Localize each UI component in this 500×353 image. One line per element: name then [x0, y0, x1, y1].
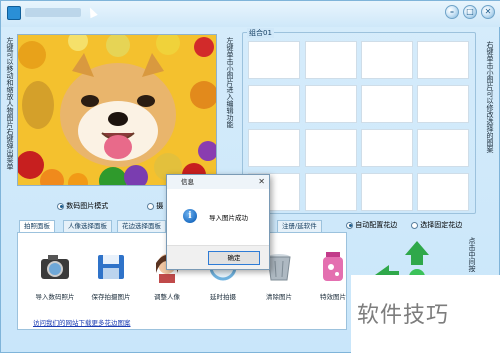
dialog-titlebar[interactable]: 信息 ✕	[167, 175, 269, 189]
mode-option-digital[interactable]: 数码图片模式	[57, 201, 108, 211]
minimize-icon: –	[450, 7, 454, 16]
arrow-up-icon	[405, 241, 429, 265]
mouse-cursor-icon	[86, 5, 98, 19]
watermark-text: 软件技巧	[357, 303, 450, 328]
maximize-button[interactable]: □	[463, 5, 477, 19]
maximize-icon: □	[466, 7, 474, 16]
tool-label: 调整人像	[154, 293, 180, 301]
mode-camera-label: 摄	[156, 202, 164, 210]
frame-fixed-label: 选择固定花边	[420, 221, 463, 229]
thumbnail-cell[interactable]	[361, 173, 413, 211]
thumbnail-cell[interactable]	[305, 85, 357, 123]
app-title	[25, 8, 81, 17]
shiba-fruit-photo	[18, 35, 216, 185]
info-icon: i	[183, 209, 197, 223]
thumbnail-cell[interactable]	[417, 41, 469, 79]
tab-portrait[interactable]: 人像选择面板	[63, 220, 112, 232]
close-icon: ✕	[484, 7, 492, 16]
app-icon	[7, 6, 21, 20]
thumbnail-cell[interactable]	[305, 41, 357, 79]
tool-label: 导入数码照片	[35, 293, 75, 301]
dialog-footer: 确定	[167, 245, 269, 269]
dialog-message: 导入图片成功	[209, 214, 248, 222]
import-photo-button[interactable]: 导入数码照片	[27, 249, 83, 301]
tab-register[interactable]: 注册/延软件	[277, 220, 322, 232]
minimize-button[interactable]: –	[445, 5, 459, 19]
frame-auto-option[interactable]: 自动配置花边	[346, 220, 397, 230]
radio-camera[interactable]	[147, 202, 154, 210]
group-title: 组合01	[247, 28, 274, 38]
left-hint: 左键可以移动和缩放人物图片右键弹出菜单	[6, 37, 14, 170]
mid-hint: 左键单击小图片进入编辑功能	[226, 37, 234, 128]
mode-option-camera[interactable]: 摄	[147, 201, 163, 211]
ok-button[interactable]: 确定	[208, 251, 260, 265]
thumbnail-cell[interactable]	[305, 173, 357, 211]
camera-import-icon	[38, 249, 72, 283]
tool-label: 保存拍摄图片	[91, 293, 131, 301]
tab-capture[interactable]: 拍照面板	[19, 220, 55, 232]
tool-label: 延时拍摄	[210, 293, 236, 301]
floppy-save-icon	[94, 249, 128, 283]
thumbnail-cell[interactable]	[248, 85, 300, 123]
radio-frame-auto[interactable]	[346, 221, 353, 229]
tool-label: 清除图片	[266, 293, 292, 301]
right-hint: 右键单击小图片可以修改选择的图案	[486, 41, 494, 153]
photo-preview[interactable]	[17, 34, 217, 186]
frame-auto-label: 自动配置花边	[355, 221, 398, 229]
thumbnail-cell[interactable]	[417, 129, 469, 167]
title-bar[interactable]: – □ ✕	[1, 1, 500, 27]
app-window: – □ ✕ 左键可以移动和缩放人物图片右键弹出菜单 左键单击小图片进入编辑功能 …	[0, 0, 500, 353]
dialog-title: 信息	[181, 178, 194, 186]
thumbnail-cell[interactable]	[417, 173, 469, 211]
tab-frame[interactable]: 花边选择面板	[117, 220, 166, 232]
radio-digital[interactable]	[57, 202, 64, 210]
thumbnail-cell[interactable]	[361, 85, 413, 123]
mode-digital-label: 数码图片模式	[66, 202, 109, 210]
effects-jar-icon	[316, 249, 350, 283]
thumbnail-cell[interactable]	[305, 129, 357, 167]
info-dialog: 信息 ✕ i 导入图片成功 确定	[166, 174, 270, 270]
thumbnail-cell[interactable]	[417, 85, 469, 123]
thumbnail-cell[interactable]	[248, 41, 300, 79]
thumbnail-cell[interactable]	[248, 129, 300, 167]
thumbnail-cell[interactable]	[361, 129, 413, 167]
frame-fixed-option[interactable]: 选择固定花边	[411, 220, 462, 230]
save-photo-button[interactable]: 保存拍摄图片	[83, 249, 139, 301]
dialog-close-icon[interactable]: ✕	[258, 175, 265, 189]
close-button[interactable]: ✕	[481, 5, 495, 19]
radio-frame-fixed[interactable]	[411, 221, 418, 229]
thumbnail-cell[interactable]	[361, 41, 413, 79]
website-link[interactable]: 访问我们的网站下载更多花边图案	[33, 317, 131, 327]
